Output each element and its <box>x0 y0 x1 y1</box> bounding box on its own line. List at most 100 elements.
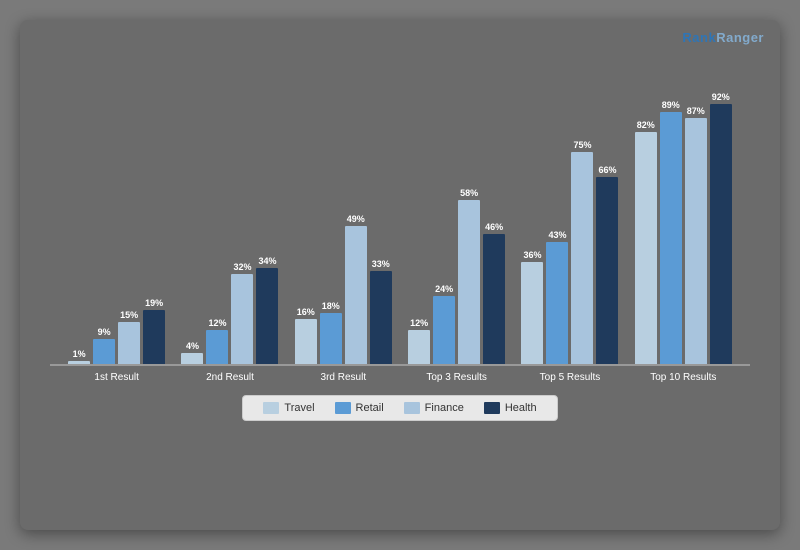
bar-wrap: 89% <box>660 100 682 364</box>
bar-finance <box>571 152 593 364</box>
bar-wrap: 66% <box>596 165 618 364</box>
bar-retail <box>660 112 682 364</box>
bar-retail <box>93 339 115 364</box>
x-axis-label: Top 5 Results <box>525 372 615 383</box>
legend-label-travel: Travel <box>284 402 314 414</box>
bar-wrap: 75% <box>571 140 593 364</box>
bar-travel <box>295 319 317 364</box>
bar-value-label: 75% <box>573 140 591 150</box>
bar-value-label: 87% <box>687 106 705 116</box>
bar-wrap: 58% <box>458 188 480 364</box>
bar-wrap: 24% <box>433 284 455 364</box>
bar-wrap: 87% <box>685 106 707 364</box>
bar-wrap: 36% <box>521 250 543 364</box>
bar-wrap: 46% <box>483 222 505 364</box>
legend-color-retail <box>335 402 351 414</box>
legend-color-health <box>484 402 500 414</box>
bar-retail <box>206 330 228 364</box>
bar-health <box>370 271 392 364</box>
logo: RankRanger <box>682 30 764 45</box>
bar-group: 12% 24% 58% 46% <box>408 188 505 364</box>
bar-value-label: 58% <box>460 188 478 198</box>
bar-wrap: 32% <box>231 262 253 364</box>
bar-wrap: 92% <box>710 92 732 364</box>
bar-value-label: 49% <box>347 214 365 224</box>
bar-group: 16% 18% 49% 33% <box>295 214 392 364</box>
bar-value-label: 32% <box>233 262 251 272</box>
bar-value-label: 9% <box>98 327 111 337</box>
legend-label-health: Health <box>505 402 537 414</box>
bar-health <box>483 234 505 364</box>
logo-ranger: Ranger <box>716 30 764 45</box>
bar-value-label: 16% <box>297 307 315 317</box>
bar-value-label: 34% <box>258 256 276 266</box>
bar-retail <box>433 296 455 364</box>
bar-wrap: 33% <box>370 259 392 364</box>
bar-travel <box>521 262 543 364</box>
bar-finance <box>685 118 707 364</box>
bar-value-label: 89% <box>662 100 680 110</box>
bar-wrap: 12% <box>206 318 228 364</box>
bar-value-label: 92% <box>712 92 730 102</box>
chart-area: 1% 9% 15% 19% 4% 12% 32% 34% 16% 18% 49% 33% 12% 24% 5… <box>50 56 750 366</box>
bar-group: 1% 9% 15% 19% <box>68 298 165 364</box>
bars-container: 36% 43% 75% 66% <box>521 140 618 364</box>
bar-travel <box>181 353 203 364</box>
x-axis-label: 2nd Result <box>185 372 275 383</box>
bar-value-label: 4% <box>186 341 199 351</box>
x-labels: 1st Result 2nd Result 3rd Result Top 3 Resu… <box>50 366 750 383</box>
bar-group: 4% 12% 32% 34% <box>181 256 278 364</box>
legend-color-finance <box>404 402 420 414</box>
bar-wrap: 16% <box>295 307 317 364</box>
chart-card: RankRanger 1% 9% 15% 19% 4% 12% 32% 34% 16% 18% 49… <box>20 20 780 530</box>
bar-group: 82% 89% 87% 92% <box>635 92 732 364</box>
bar-finance <box>231 274 253 364</box>
bar-retail <box>546 242 568 364</box>
x-axis-label: 1st Result <box>72 372 162 383</box>
legend-item-health: Health <box>484 402 537 414</box>
bar-finance <box>345 226 367 364</box>
bar-value-label: 12% <box>410 318 428 328</box>
bar-wrap: 19% <box>143 298 165 364</box>
bar-value-label: 15% <box>120 310 138 320</box>
bar-wrap: 9% <box>93 327 115 364</box>
bar-finance <box>458 200 480 364</box>
bar-value-label: 12% <box>208 318 226 328</box>
legend-label-finance: Finance <box>425 402 464 414</box>
bar-travel <box>68 361 90 364</box>
bar-wrap: 15% <box>118 310 140 364</box>
bars-container: 16% 18% 49% 33% <box>295 214 392 364</box>
bars-container: 1% 9% 15% 19% <box>68 298 165 364</box>
bar-value-label: 36% <box>523 250 541 260</box>
bar-travel <box>408 330 430 364</box>
x-axis-label: Top 10 Results <box>638 372 728 383</box>
bar-health <box>143 310 165 364</box>
bar-value-label: 33% <box>372 259 390 269</box>
bar-group: 36% 43% 75% 66% <box>521 140 618 364</box>
bar-value-label: 43% <box>548 230 566 240</box>
bar-value-label: 82% <box>637 120 655 130</box>
bar-wrap: 82% <box>635 120 657 364</box>
legend-item-travel: Travel <box>263 402 314 414</box>
bar-value-label: 66% <box>598 165 616 175</box>
bar-wrap: 12% <box>408 318 430 364</box>
bar-health <box>596 177 618 364</box>
bar-value-label: 24% <box>435 284 453 294</box>
bar-wrap: 1% <box>68 349 90 364</box>
bar-wrap: 18% <box>320 301 342 364</box>
bars-container: 12% 24% 58% 46% <box>408 188 505 364</box>
bars-container: 82% 89% 87% 92% <box>635 92 732 364</box>
bar-value-label: 18% <box>322 301 340 311</box>
bar-wrap: 34% <box>256 256 278 364</box>
legend-color-travel <box>263 402 279 414</box>
x-axis-label: 3rd Result <box>298 372 388 383</box>
logo-rank: Rank <box>682 30 716 45</box>
legend-label-retail: Retail <box>356 402 384 414</box>
bar-health <box>710 104 732 364</box>
bar-value-label: 1% <box>73 349 86 359</box>
bar-wrap: 43% <box>546 230 568 364</box>
bar-wrap: 49% <box>345 214 367 364</box>
legend-item-retail: Retail <box>335 402 384 414</box>
legend-item-finance: Finance <box>404 402 464 414</box>
x-axis-label: Top 3 Results <box>412 372 502 383</box>
